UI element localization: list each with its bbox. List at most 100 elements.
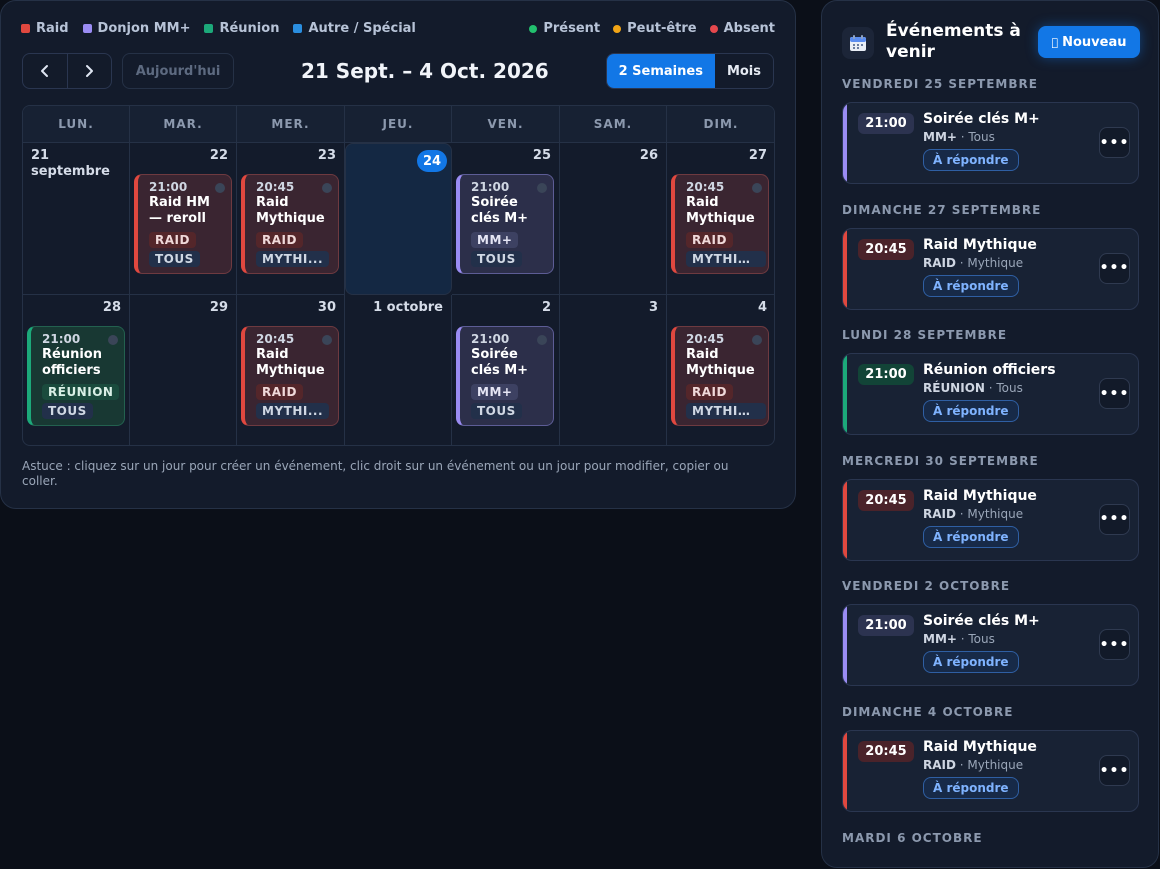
more-icon: •••	[1099, 385, 1130, 402]
day-cell[interactable]: 22 21:00 Raid HM — reroll RAID TOUS	[130, 143, 237, 295]
event-title: Raid Mythique	[256, 195, 325, 226]
day-cell[interactable]: 28 21:00 Réunion officiers RÉUNION TOUS	[23, 295, 130, 445]
view-two-weeks-button[interactable]: 2 Semaines	[606, 54, 715, 88]
legend-other: Autre / Spécial	[293, 21, 416, 36]
event-time: 20:45	[858, 741, 914, 762]
more-options-button[interactable]: •••	[1099, 629, 1130, 661]
event-title: Réunion officiers	[42, 347, 102, 378]
day-cell[interactable]: 23 20:45 Raid Mythique RAID MYTHI...	[237, 143, 345, 295]
more-icon: •••	[1099, 260, 1130, 277]
respond-button[interactable]: À répondre	[923, 525, 1019, 548]
event-audience: Mythique	[967, 758, 1024, 772]
upcoming-event-card[interactable]: 21:00 Soirée clés M+ MM+ · Tous À répondre •…	[842, 102, 1139, 184]
upcoming-event-card[interactable]: 21:00 Réunion officiers RÉUNION · Tous À ré…	[842, 353, 1139, 436]
legend-raid: Raid	[21, 21, 69, 36]
event-time: 20:45	[256, 332, 295, 346]
sidebar-title: Événements à venir	[886, 21, 1021, 62]
event-type: RÉUNION	[923, 381, 985, 396]
rsvp-status-dot	[215, 183, 225, 193]
next-button[interactable]	[68, 54, 112, 88]
more-options-button[interactable]: •••	[1099, 127, 1130, 158]
event-title: Raid Mythique	[923, 487, 1037, 504]
day-cell[interactable]: 3	[560, 295, 667, 445]
category-bar	[843, 605, 847, 686]
today-button[interactable]: Aujourd'hui	[122, 53, 234, 89]
event-chip[interactable]: 21:00 Soirée clés M+ MM+ TOUS	[456, 174, 554, 274]
rsvp-status-dot	[752, 335, 762, 345]
rsvp-status-dot	[108, 335, 118, 345]
legend-reunion: Réunion	[204, 21, 279, 36]
event-title: Raid Mythique	[923, 236, 1037, 253]
event-title: Réunion officiers	[923, 362, 1056, 379]
event-chip[interactable]: 21:00 Soirée clés M+ MM+ TOUS	[456, 326, 554, 426]
day-cell[interactable]: 30 20:45 Raid Mythique RAID MYTHI...	[237, 295, 345, 445]
event-time: 20:45	[686, 332, 725, 346]
day-cell[interactable]: 26	[560, 143, 667, 295]
day-cell[interactable]: 24	[345, 143, 452, 295]
respond-button[interactable]: À répondre	[923, 274, 1019, 297]
event-meta: MM+ · Tous	[923, 130, 995, 144]
more-options-button[interactable]: •••	[1099, 252, 1130, 284]
present-dot	[529, 24, 538, 33]
day-header: MERCREDI 30 SEPTEMBRE	[842, 453, 1039, 468]
event-chip[interactable]: 20:45 Raid Mythique RAID MYTHIQ...	[671, 174, 769, 274]
event-chip[interactable]: 21:00 Raid HM — reroll RAID TOUS	[134, 174, 232, 274]
day-number: 4	[757, 300, 767, 315]
new-event-button[interactable]:  Nouveau	[1038, 26, 1140, 58]
event-audience-tag: MYTHIQ...	[686, 403, 766, 419]
view-month-button[interactable]: Mois	[715, 54, 773, 88]
day-cell[interactable]: 1 octobre	[345, 295, 452, 445]
event-type: MM+	[923, 130, 957, 144]
event-time: 21:00	[858, 615, 914, 637]
day-header: DIMANCHE 4 OCTOBRE	[842, 705, 1014, 719]
day-cell[interactable]: 4 20:45 Raid Mythique RAID MYTHIQ...	[667, 295, 774, 445]
more-options-button[interactable]: •••	[1099, 503, 1130, 535]
event-type: RAID	[923, 255, 956, 270]
upcoming-event-card[interactable]: 20:45 Raid Mythique RAID · Mythique À répon…	[842, 227, 1139, 310]
more-icon: •••	[1099, 511, 1130, 528]
event-chip[interactable]: 20:45 Raid Mythique RAID MYTHIQ...	[671, 326, 769, 426]
day-header: VENDREDI 2 OCTOBRE	[842, 579, 1011, 594]
raid-swatch	[21, 24, 30, 33]
respond-button[interactable]: À répondre	[923, 149, 1019, 171]
status-legend: Présent Peut-être Absent	[529, 21, 775, 36]
prev-button[interactable]	[23, 54, 68, 88]
respond-button[interactable]: À répondre	[923, 400, 1019, 423]
upcoming-event-card[interactable]: 20:45 Raid Mythique RAID · Mythique À répon…	[842, 730, 1139, 812]
event-time: 20:45	[686, 180, 725, 194]
event-chip[interactable]: 21:00 Réunion officiers RÉUNION TOUS	[27, 326, 125, 426]
day-cell[interactable]: 27 20:45 Raid Mythique RAID MYTHIQ...	[667, 143, 774, 295]
event-title: Raid Mythique	[686, 195, 755, 226]
upcoming-event-card[interactable]: 20:45 Raid Mythique RAID · Mythique À répon…	[842, 478, 1139, 561]
category-bar	[843, 103, 847, 183]
event-title: Raid Mythique	[686, 347, 755, 378]
day-cell[interactable]: 21 septembre	[23, 143, 130, 295]
calendar-icon	[842, 27, 874, 59]
day-number: 27	[748, 148, 767, 163]
event-meta: RAID · Mythique	[923, 255, 1024, 270]
upcoming-event-card[interactable]: 21:00 Soirée clés M+ MM+ · Tous À répondre •…	[842, 604, 1139, 687]
legend-maybe: Peut-être	[613, 21, 697, 36]
event-title: Soirée clés M+	[471, 195, 529, 226]
rsvp-status-dot	[537, 335, 547, 345]
event-time: 21:00	[471, 180, 510, 194]
day-cell[interactable]: 29	[130, 295, 237, 445]
mm-swatch	[82, 24, 92, 33]
event-time: 20:45	[256, 180, 295, 194]
more-options-button[interactable]: •••	[1099, 378, 1130, 410]
legend-present: Présent	[529, 21, 600, 36]
day-number: 21 septembre	[31, 148, 110, 179]
event-chip[interactable]: 20:45 Raid Mythique RAID MYTHI...	[241, 326, 339, 426]
event-time: 21:00	[471, 332, 510, 346]
day-number: 23	[317, 148, 336, 163]
respond-button[interactable]: À répondre	[923, 777, 1019, 799]
event-chip[interactable]: 20:45 Raid Mythique RAID MYTHI...	[241, 174, 339, 274]
respond-button[interactable]: À répondre	[923, 651, 1019, 674]
more-options-button[interactable]: •••	[1099, 755, 1130, 786]
event-type-tag: MM+	[471, 232, 519, 248]
day-cell[interactable]: 2 21:00 Soirée clés M+ MM+ TOUS	[452, 295, 560, 445]
calendar-panel: Raid Donjon MM+ Réunion Autre / Spécial …	[0, 0, 796, 509]
day-cell[interactable]: 25 21:00 Soirée clés M+ MM+ TOUS	[452, 143, 560, 295]
day-header: MARDI 6 OCTOBRE	[842, 831, 983, 845]
day-number: 22	[209, 148, 228, 163]
